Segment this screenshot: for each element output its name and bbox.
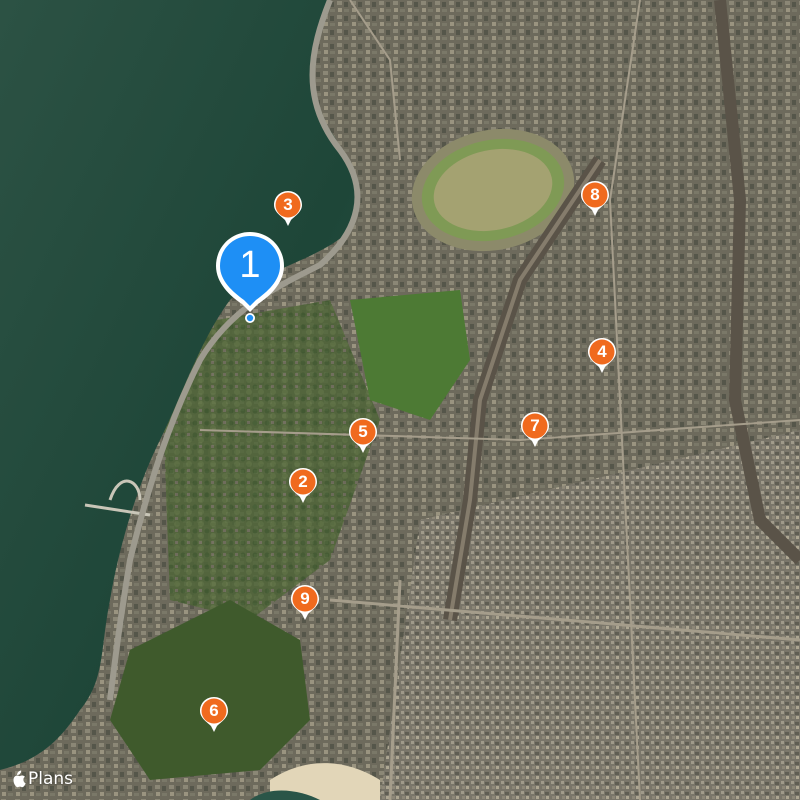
map-view[interactable]: 1 2 3 4 5 6 7 8 9 Plans bbox=[0, 0, 800, 800]
pin-label: 5 bbox=[358, 422, 368, 441]
pin-label: 7 bbox=[530, 416, 540, 435]
pin-label: 9 bbox=[300, 589, 310, 608]
selected-pin-label: 1 bbox=[239, 244, 261, 286]
pin-label: 4 bbox=[597, 342, 607, 361]
map-pin-selected[interactable]: 1 bbox=[212, 228, 288, 324]
apple-logo-icon bbox=[13, 770, 26, 788]
satellite-map-layer bbox=[0, 0, 800, 800]
map-pin-6[interactable]: 6 bbox=[199, 696, 229, 734]
pin-label: 3 bbox=[283, 195, 293, 214]
map-pin-4[interactable]: 4 bbox=[587, 337, 617, 375]
maps-watermark-label: Plans bbox=[28, 769, 74, 789]
map-pin-7[interactable]: 7 bbox=[520, 411, 550, 449]
map-pin-5[interactable]: 5 bbox=[348, 417, 378, 455]
map-pin-2[interactable]: 2 bbox=[288, 467, 318, 505]
map-pin-9[interactable]: 9 bbox=[290, 584, 320, 622]
pin-label: 8 bbox=[590, 185, 600, 204]
pin-label: 2 bbox=[298, 472, 308, 491]
maps-watermark: Plans bbox=[10, 769, 73, 789]
map-pin-3[interactable]: 3 bbox=[273, 190, 303, 228]
map-pin-8[interactable]: 8 bbox=[580, 180, 610, 218]
pin-label: 6 bbox=[209, 701, 219, 720]
